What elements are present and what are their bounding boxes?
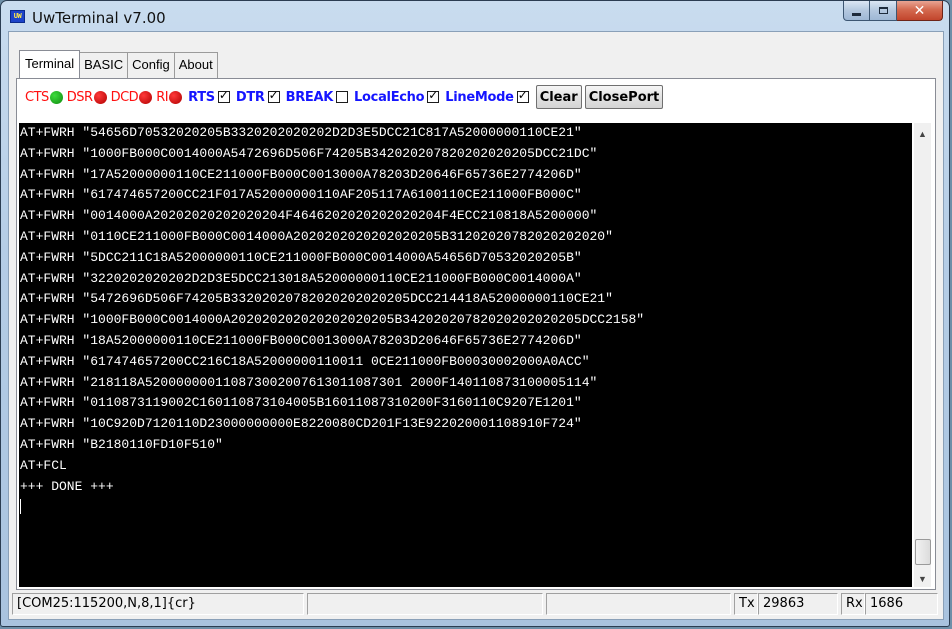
terminal-line: AT+FWRH "3220202020202D2D3E5DCC213018A52…: [20, 270, 582, 286]
ri-label: RI: [156, 89, 169, 105]
tab-terminal[interactable]: Terminal: [19, 50, 81, 78]
app-icon: UW: [10, 10, 25, 23]
close-icon: ✕: [913, 2, 926, 19]
localecho-checkbox[interactable]: [427, 88, 440, 103]
terminal-line: AT+FCL: [20, 457, 67, 473]
terminal-line: +++ DONE +++: [20, 478, 114, 494]
status-panel-empty-2: [546, 593, 731, 615]
terminal-line: AT+FWRH "617474657200CC21F017A5200000011…: [20, 187, 582, 203]
terminal-line: AT+FWRH "5DCC211C18A52000000110CE211000F…: [20, 249, 582, 265]
terminal-cursor-line: [19, 497, 912, 518]
rts-label: RTS: [188, 89, 215, 105]
terminal-line: AT+FWRH "218118A520000000110873002007613…: [20, 374, 598, 390]
scroll-down-arrow-icon[interactable]: ▼: [914, 570, 931, 587]
terminal-line: AT+FWRH "18A52000000110CE211000FB000C001…: [20, 332, 582, 348]
control-bar: CTS DSR DCD RI RTS DTR BREAK LocalEcho L…: [25, 85, 664, 109]
title-bar[interactable]: UW UwTerminal v7.00 ✕: [1, 1, 949, 31]
dcd-label: DCD: [110, 89, 139, 105]
dsr-led-icon: [93, 90, 107, 104]
ri-led-icon: [169, 90, 183, 104]
tab-strip: Terminal BASIC Config About: [19, 50, 218, 78]
minimize-button[interactable]: [843, 1, 870, 21]
tab-basic[interactable]: BASIC: [79, 52, 129, 78]
rx-count: 1686: [865, 593, 938, 615]
window-controls: ✕: [843, 1, 943, 22]
cts-label: CTS: [25, 89, 49, 105]
dsr-label: DSR: [66, 89, 93, 105]
linemode-checkbox[interactable]: [516, 88, 529, 103]
linemode-label: LineMode: [445, 89, 514, 105]
tab-config[interactable]: Config: [127, 52, 175, 78]
terminal-line: AT+FWRH "17A52000000110CE211000FB000C001…: [20, 166, 582, 182]
localecho-label: LocalEcho: [354, 89, 425, 105]
window-title: UwTerminal v7.00: [32, 9, 166, 27]
client-area: Terminal BASIC Config About CTS DSR DCD …: [8, 31, 944, 620]
dtr-label: DTR: [235, 89, 265, 105]
port-status: [COM25:115200,N,8,1]{cr}: [12, 593, 304, 615]
terminal-line: AT+FWRH "617474657200CC216C18A5200000011…: [20, 353, 590, 369]
scrollbar-thumb[interactable]: [915, 539, 931, 565]
break-checkbox[interactable]: [336, 91, 349, 103]
terminal-line: AT+FWRH "54656D70532020205B3320202020202…: [20, 125, 582, 140]
rts-checkbox[interactable]: [217, 88, 230, 103]
terminal-line: AT+FWRH "1000FB000C0014000A2020202020202…: [20, 312, 645, 328]
terminal-output[interactable]: AT+FWRH "54656D70532020205B3320202020202…: [19, 123, 912, 587]
app-window: UW UwTerminal v7.00 ✕ Terminal BASIC Con…: [0, 0, 950, 627]
terminal-line: AT+FWRH "5472696D506F74205B3320202078202…: [20, 291, 613, 307]
rx-label: Rx: [841, 593, 865, 615]
dcd-led-icon: [139, 90, 153, 104]
close-port-button[interactable]: ClosePort: [584, 85, 664, 109]
maximize-icon: [878, 7, 888, 14]
maximize-button[interactable]: [870, 1, 897, 21]
terminal-line: AT+FWRH "B2180110FD10F510": [20, 436, 223, 452]
scroll-up-arrow-icon[interactable]: ▲: [914, 125, 931, 142]
break-label: BREAK: [285, 89, 334, 105]
terminal-line: AT+FWRH "0110873119002C160110873104005B1…: [20, 395, 582, 411]
text-cursor: [20, 499, 21, 515]
terminal-line: AT+FWRH "0014000A20202020202020204F46462…: [20, 208, 598, 224]
dtr-checkbox[interactable]: [267, 88, 280, 103]
status-bar: [COM25:115200,N,8,1]{cr} Tx 29863 Rx 168…: [12, 593, 940, 617]
tx-count: 29863: [758, 593, 838, 615]
terminal-scrollbar[interactable]: ▲ ▼: [914, 123, 931, 587]
cts-led-icon: [49, 90, 63, 104]
clear-button[interactable]: Clear: [535, 85, 582, 109]
terminal-tab-panel: CTS DSR DCD RI RTS DTR BREAK LocalEcho L…: [16, 78, 936, 590]
tab-about[interactable]: About: [173, 52, 218, 78]
terminal-line: AT+FWRH "10C920D7120110D23000000000E8220…: [20, 416, 582, 432]
minimize-icon: [852, 12, 861, 16]
tx-label: Tx: [734, 593, 758, 615]
terminal-line: AT+FWRH "1000FB000C0014000A5472696D506F7…: [20, 145, 598, 161]
close-button[interactable]: ✕: [897, 1, 943, 21]
terminal-line: AT+FWRH "0110CE211000FB000C0014000A20202…: [20, 228, 613, 244]
status-panel-empty-1: [307, 593, 543, 615]
